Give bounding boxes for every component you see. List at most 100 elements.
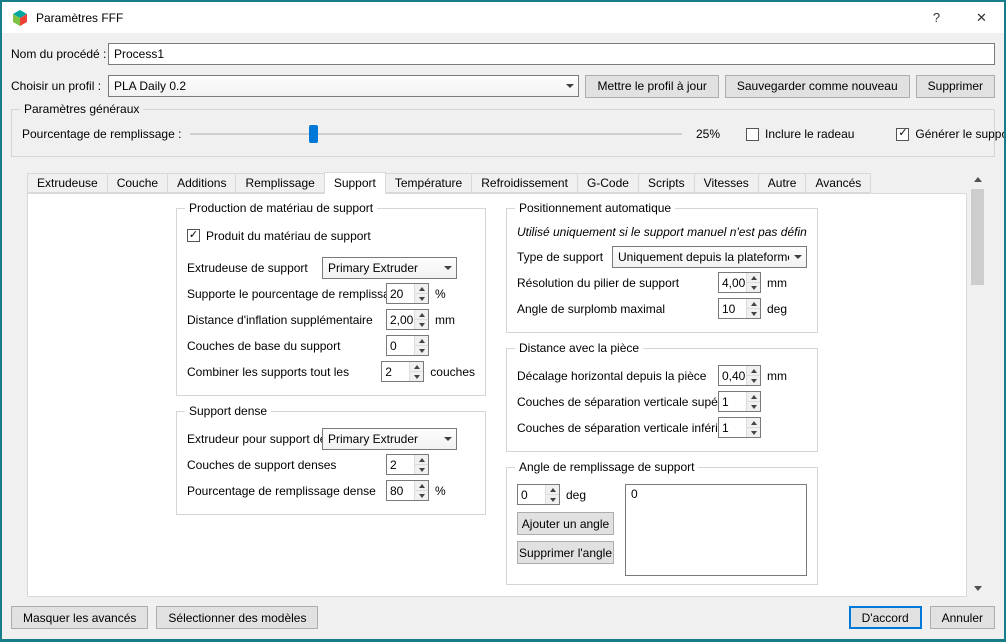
spin-up-icon[interactable] xyxy=(414,284,428,293)
spin-up-icon[interactable] xyxy=(746,418,760,427)
tab-remplissage[interactable]: Remplissage xyxy=(235,173,325,193)
support-type-select[interactable]: Uniquement depuis la plateforme de co xyxy=(612,245,807,268)
checkbox-box[interactable] xyxy=(746,127,760,141)
spin-down-icon[interactable] xyxy=(414,293,428,303)
combine-supports-spinner[interactable]: 2 xyxy=(381,361,425,382)
spin-up-icon[interactable] xyxy=(414,310,428,319)
spin-down-icon[interactable] xyxy=(414,464,428,474)
infill-slider[interactable] xyxy=(190,124,682,144)
spin-down-icon[interactable] xyxy=(746,375,760,385)
vertical-scrollbar[interactable] xyxy=(969,171,986,597)
generate-support-material-checkbox[interactable]: Produit du matériau de support xyxy=(187,229,371,243)
spin-up-icon[interactable] xyxy=(414,481,428,490)
tab-temperature[interactable]: Température xyxy=(384,173,473,193)
profile-row: Choisir un profil : PLA Daily 0.2 Mettre… xyxy=(11,74,995,98)
scroll-down-icon[interactable] xyxy=(969,580,986,597)
dense-extruder-select[interactable]: Primary Extruder xyxy=(322,427,457,450)
update-profile-button[interactable]: Mettre le profil à jour xyxy=(585,74,719,98)
checkbox-checked-icon[interactable] xyxy=(187,229,200,242)
spin-up-icon[interactable] xyxy=(414,336,428,345)
upper-separation-spinner[interactable]: 1 xyxy=(718,391,761,412)
delete-profile-button[interactable]: Supprimer xyxy=(915,74,995,98)
horizontal-offset-row: Décalage horizontal depuis la pièce 0,40… xyxy=(517,365,807,386)
tab-couche[interactable]: Couche xyxy=(106,173,169,193)
dense-infill-row: Pourcentage de remplissage dense 80 % xyxy=(187,480,475,501)
remove-angle-button[interactable]: Supprimer l'angle xyxy=(517,541,614,564)
spinner-buttons xyxy=(414,284,428,303)
spin-down-icon[interactable] xyxy=(414,490,428,500)
support-base-layers-spinner[interactable]: 0 xyxy=(386,335,429,356)
spin-up-icon[interactable] xyxy=(746,392,760,401)
spin-value: 2,00 xyxy=(390,312,414,327)
profile-select[interactable]: PLA Daily 0.2 xyxy=(108,75,580,97)
pillar-resolution-spinner[interactable]: 4,00 xyxy=(718,272,761,293)
generate-support-material-label: Produit du matériau de support xyxy=(206,228,371,243)
close-button[interactable]: ✕ xyxy=(959,2,1004,33)
unit-label: mm xyxy=(767,275,787,290)
support-tab-panel: Production de matériau de support Produi… xyxy=(27,193,967,597)
select-models-button[interactable]: Sélectionner des modèles xyxy=(156,606,319,629)
tab-refroidissement[interactable]: Refroidissement xyxy=(471,173,578,193)
generate-support-checkbox[interactable]: Générer le support xyxy=(896,127,1004,141)
spin-down-icon[interactable] xyxy=(746,401,760,411)
add-angle-button[interactable]: Ajouter un angle xyxy=(517,512,614,535)
tab-additions[interactable]: Additions xyxy=(167,173,237,193)
process-name-input[interactable] xyxy=(108,43,995,65)
max-overhang-label: Angle de surplomb maximal xyxy=(517,301,666,316)
spin-up-icon[interactable] xyxy=(746,273,760,282)
spin-up-icon[interactable] xyxy=(746,366,760,375)
spin-down-icon[interactable] xyxy=(746,308,760,318)
dense-infill-spinner[interactable]: 80 xyxy=(386,480,429,501)
support-extruder-select[interactable]: Primary Extruder xyxy=(322,256,457,279)
spin-down-icon[interactable] xyxy=(545,494,559,504)
help-button[interactable]: ? xyxy=(914,2,959,33)
slider-thumb[interactable] xyxy=(309,125,318,143)
spin-value: 2 xyxy=(385,364,392,379)
checkbox-checked-icon[interactable] xyxy=(896,127,910,141)
spin-down-icon[interactable] xyxy=(414,345,428,355)
tab-support[interactable]: Support xyxy=(323,172,386,194)
inflation-distance-spinner[interactable]: 2,00 xyxy=(386,309,429,330)
spin-down-icon[interactable] xyxy=(746,282,760,292)
support-extruder-value: Primary Extruder xyxy=(328,260,419,275)
inflation-distance-label: Distance d'inflation supplémentaire xyxy=(187,312,373,327)
spin-down-icon[interactable] xyxy=(746,427,760,437)
spin-up-icon[interactable] xyxy=(746,299,760,308)
list-item[interactable]: 0 xyxy=(631,487,801,503)
spin-value: 2 xyxy=(390,457,397,472)
support-extruder-row: Extrudeuse de support Primary Extruder xyxy=(187,256,475,279)
include-raft-checkbox[interactable]: Inclure le radeau xyxy=(746,127,854,141)
tab-autre[interactable]: Autre xyxy=(757,173,807,193)
lower-separation-spinner[interactable]: 1 xyxy=(718,417,761,438)
horizontal-offset-spinner[interactable]: 0,40 xyxy=(718,365,761,386)
tab-gcode[interactable]: G-Code xyxy=(576,173,639,193)
hide-advanced-button[interactable]: Masquer les avancés xyxy=(11,606,149,629)
ok-button[interactable]: D'accord xyxy=(848,606,922,629)
dense-support-title: Support dense xyxy=(185,404,272,418)
spin-up-icon[interactable] xyxy=(545,485,559,494)
support-generation-group: Production de matériau de support Produi… xyxy=(176,201,486,396)
angle-spinner[interactable]: 0 xyxy=(517,484,560,505)
unit-label: deg xyxy=(566,487,587,502)
save-as-new-button[interactable]: Sauvegarder comme nouveau xyxy=(724,74,910,98)
process-name-label: Nom du procédé : xyxy=(11,47,107,61)
tab-scripts[interactable]: Scripts xyxy=(637,173,695,193)
cancel-button[interactable]: Annuler xyxy=(929,606,995,629)
spin-down-icon[interactable] xyxy=(414,319,428,329)
infill-row: Pourcentage de remplissage : 25% Inclure… xyxy=(22,124,1004,144)
dense-layers-spinner[interactable]: 2 xyxy=(386,454,429,475)
tab-avances[interactable]: Avancés xyxy=(805,173,872,193)
spin-value: 10 xyxy=(722,301,736,316)
tab-vitesses[interactable]: Vitesses xyxy=(693,173,759,193)
spin-down-icon[interactable] xyxy=(409,371,424,381)
spin-up-icon[interactable] xyxy=(414,455,428,464)
scrollbar-thumb[interactable] xyxy=(971,189,984,285)
app-logo-icon xyxy=(13,9,27,26)
support-infill-spinner[interactable]: 20 xyxy=(386,283,429,304)
angles-listbox[interactable]: 0 xyxy=(625,484,807,576)
spin-up-icon[interactable] xyxy=(409,362,424,371)
tab-extrudeuse[interactable]: Extrudeuse xyxy=(27,173,108,193)
lower-separation-row: Couches de séparation verticale inférieu… xyxy=(517,417,807,438)
scroll-up-icon[interactable] xyxy=(969,171,986,188)
max-overhang-spinner[interactable]: 10 xyxy=(718,298,761,319)
